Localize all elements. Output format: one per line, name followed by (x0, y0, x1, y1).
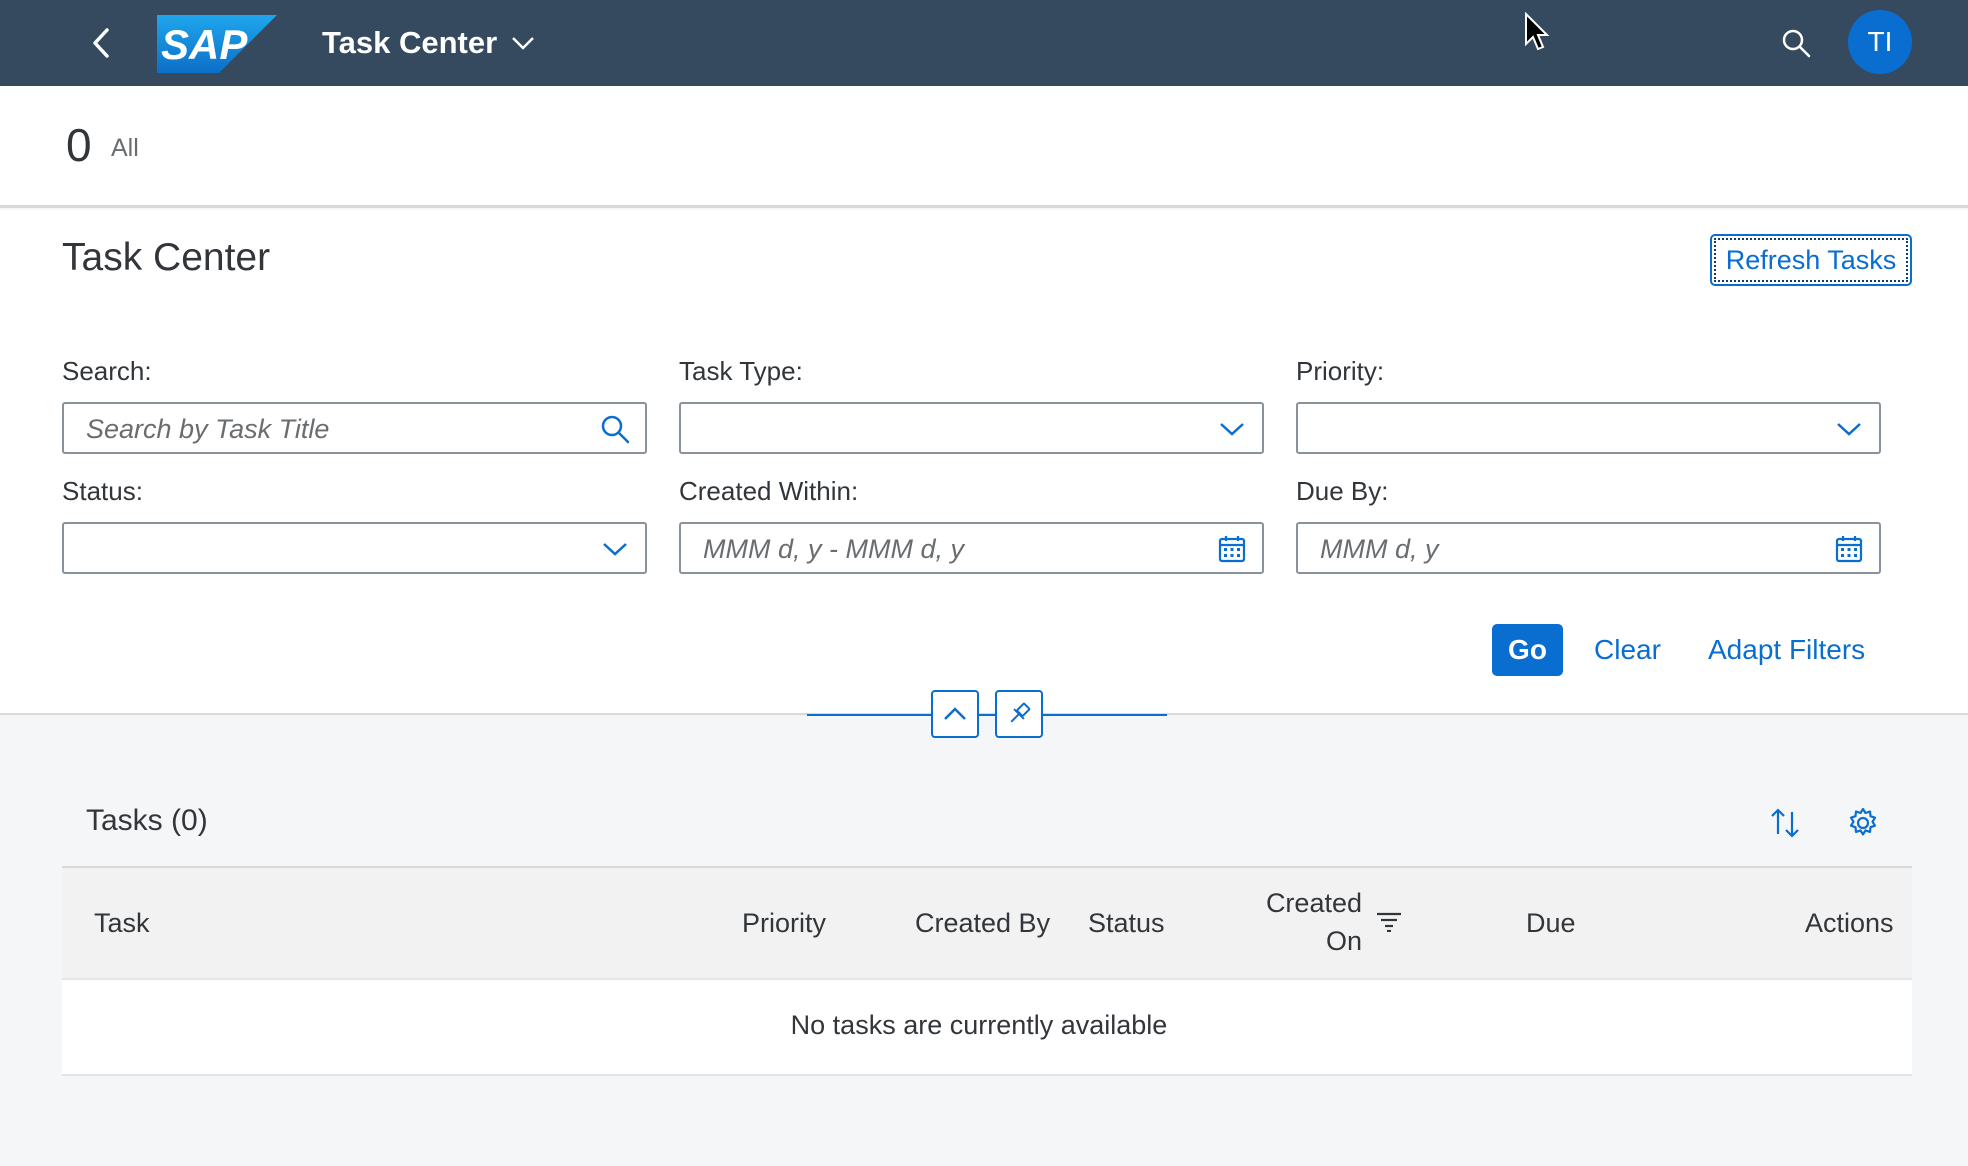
chevron-down-icon (511, 35, 535, 51)
due-by-label: Due By: (1296, 476, 1389, 506)
calendar-icon[interactable] (1216, 533, 1248, 565)
chevron-left-icon (93, 28, 109, 58)
table-body: No tasks are currently available (62, 980, 1912, 1076)
chevron-down-icon[interactable] (1216, 413, 1248, 445)
search-input[interactable]: Search by Task Title (62, 402, 647, 454)
column-header-created-on-line1: Created (1265, 888, 1362, 918)
column-header-created-by[interactable]: Created By (915, 904, 1050, 942)
header-splitter-line (807, 714, 1167, 716)
column-header-due[interactable]: Due (1526, 904, 1576, 942)
filter-panel: Task Center Refresh Tasks Search: Task T… (0, 210, 1968, 715)
search-label: Search: (62, 356, 152, 386)
no-data-message: No tasks are currently available (790, 1010, 1168, 1040)
go-button[interactable]: Go (1492, 624, 1563, 676)
filter-icon (1376, 912, 1402, 937)
status-label: Status: (62, 476, 143, 506)
priority-select[interactable] (1296, 402, 1881, 454)
due-by-placeholder: MMM d, y (1320, 534, 1439, 564)
adapt-filters-button[interactable]: Adapt Filters (1708, 624, 1865, 676)
column-header-created-on[interactable]: Created On (1262, 884, 1362, 960)
refresh-tasks-button[interactable]: Refresh Tasks (1710, 234, 1912, 286)
collapse-header-button[interactable] (931, 690, 979, 738)
task-count: 0 (66, 119, 92, 171)
created-within-label: Created Within: (679, 476, 859, 506)
table-header-row: Task Priority Created By Status Created … (62, 866, 1912, 980)
task-type-select[interactable] (679, 402, 1264, 454)
column-header-actions: Actions (1805, 908, 1894, 938)
sort-icon (1771, 808, 1799, 838)
column-header-task[interactable]: Task (94, 904, 150, 942)
chevron-up-icon (944, 707, 966, 720)
column-header-created-on-line2: On (1325, 926, 1362, 956)
logo-text: SAP (161, 21, 248, 68)
clear-button[interactable]: Clear (1594, 624, 1661, 676)
tasks-table-title: Tasks (0) (86, 804, 208, 837)
created-within-date-range[interactable]: MMM d, y - MMM d, y (679, 522, 1264, 574)
chevron-down-icon[interactable] (1833, 413, 1865, 445)
mouse-cursor-icon (1524, 11, 1550, 57)
shell-bar: SAP Task Center TI (0, 0, 1968, 86)
pin-icon (1010, 702, 1031, 723)
created-within-placeholder: MMM d, y - MMM d, y (703, 534, 964, 564)
status-select[interactable] (62, 522, 647, 574)
sort-button[interactable] (1762, 800, 1808, 846)
search-icon[interactable] (599, 413, 631, 445)
column-header-priority[interactable]: Priority (742, 904, 826, 942)
chevron-down-icon[interactable] (599, 533, 631, 565)
sap-logo[interactable]: SAP (157, 15, 277, 73)
user-avatar[interactable]: TI (1848, 10, 1912, 74)
search-placeholder: Search by Task Title (86, 414, 330, 444)
calendar-icon[interactable] (1833, 533, 1865, 565)
priority-label: Priority: (1296, 356, 1385, 386)
pin-header-button[interactable] (995, 690, 1043, 738)
back-button[interactable] (80, 21, 124, 65)
app-title: Task Center (322, 25, 498, 60)
shell-search-button[interactable] (1775, 22, 1817, 64)
due-by-date-picker[interactable]: MMM d, y (1296, 522, 1881, 574)
column-header-status[interactable]: Status (1088, 904, 1165, 942)
task-type-label: Task Type: (679, 356, 803, 386)
table-settings-button[interactable] (1840, 800, 1886, 846)
gear-icon (1849, 807, 1877, 836)
page-title: Task Center (62, 236, 271, 279)
app-title-menu[interactable]: Task Center (322, 22, 535, 64)
task-count-bar: 0 All (0, 86, 1968, 208)
search-icon (1782, 29, 1811, 58)
count-filter-all[interactable]: All (111, 134, 139, 163)
